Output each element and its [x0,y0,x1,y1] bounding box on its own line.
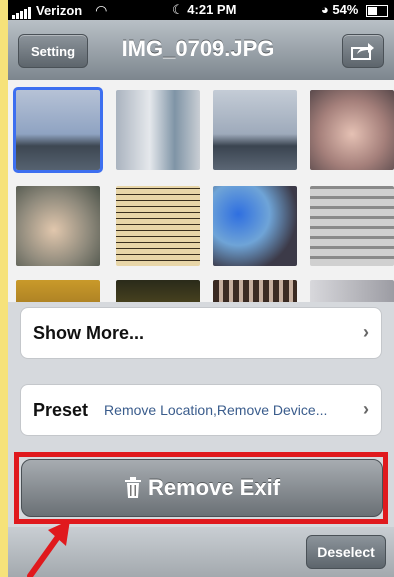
nav-bar: Setting IMG_0709.JPG [8,20,394,81]
chevron-right-icon: › [363,322,369,342]
photo-thumbnail[interactable] [116,186,200,266]
status-center: ☾ 4:21 PM [172,2,236,18]
status-bar: Verizon ◠ ☾ 4:21 PM ◕ 54% [8,0,394,20]
photo-thumbnail[interactable] [213,280,297,302]
show-more-label: Show More... [33,322,145,343]
setting-button[interactable]: Setting [18,34,88,68]
wifi-icon: ◠ [95,2,107,18]
photo-thumbnail[interactable] [310,280,394,302]
signal-icon [12,4,32,20]
remove-exif-button[interactable]: Remove Exif [21,459,383,517]
share-button[interactable] [342,34,384,68]
battery-icon [366,4,388,17]
photo-thumbnail[interactable] [16,186,100,266]
photo-grid [8,80,394,302]
preset-value: Remove Location,Remove Device... [104,402,328,418]
annotation-arrow-icon [27,520,70,577]
battery-label: 54% [332,2,359,17]
preset-row[interactable]: Preset Remove Location,Remove Device... … [20,384,382,436]
photo-thumbnail[interactable] [116,90,200,170]
chevron-right-icon: › [363,399,369,419]
page-title: IMG_0709.JPG [121,36,275,61]
status-right: ◕ 54% [321,2,388,17]
photo-thumbnail[interactable] [213,186,297,266]
phone-screen: Verizon ◠ ☾ 4:21 PM ◕ 54% Setting IMG_07… [8,0,394,577]
remove-exif-label: Remove Exif [147,475,281,500]
photo-thumbnail[interactable] [310,90,394,170]
photo-thumbnail[interactable] [213,90,297,170]
show-more-row[interactable]: Show More... › [20,307,382,359]
photo-thumbnail[interactable] [16,280,100,302]
photo-thumbnail[interactable] [116,280,200,302]
status-left: Verizon ◠ [12,2,107,20]
carrier-label: Verizon [36,3,83,18]
photo-thumbnail[interactable] [13,87,103,173]
clock-label: 4:21 PM [187,2,237,17]
location-icon: ◕ [320,2,329,17]
deselect-button[interactable]: Deselect [306,535,386,569]
preset-label: Preset [33,399,89,420]
trash-icon [124,477,141,498]
moon-icon: ☾ [172,2,184,17]
share-icon [351,43,374,60]
photo-thumbnail[interactable] [310,186,394,266]
